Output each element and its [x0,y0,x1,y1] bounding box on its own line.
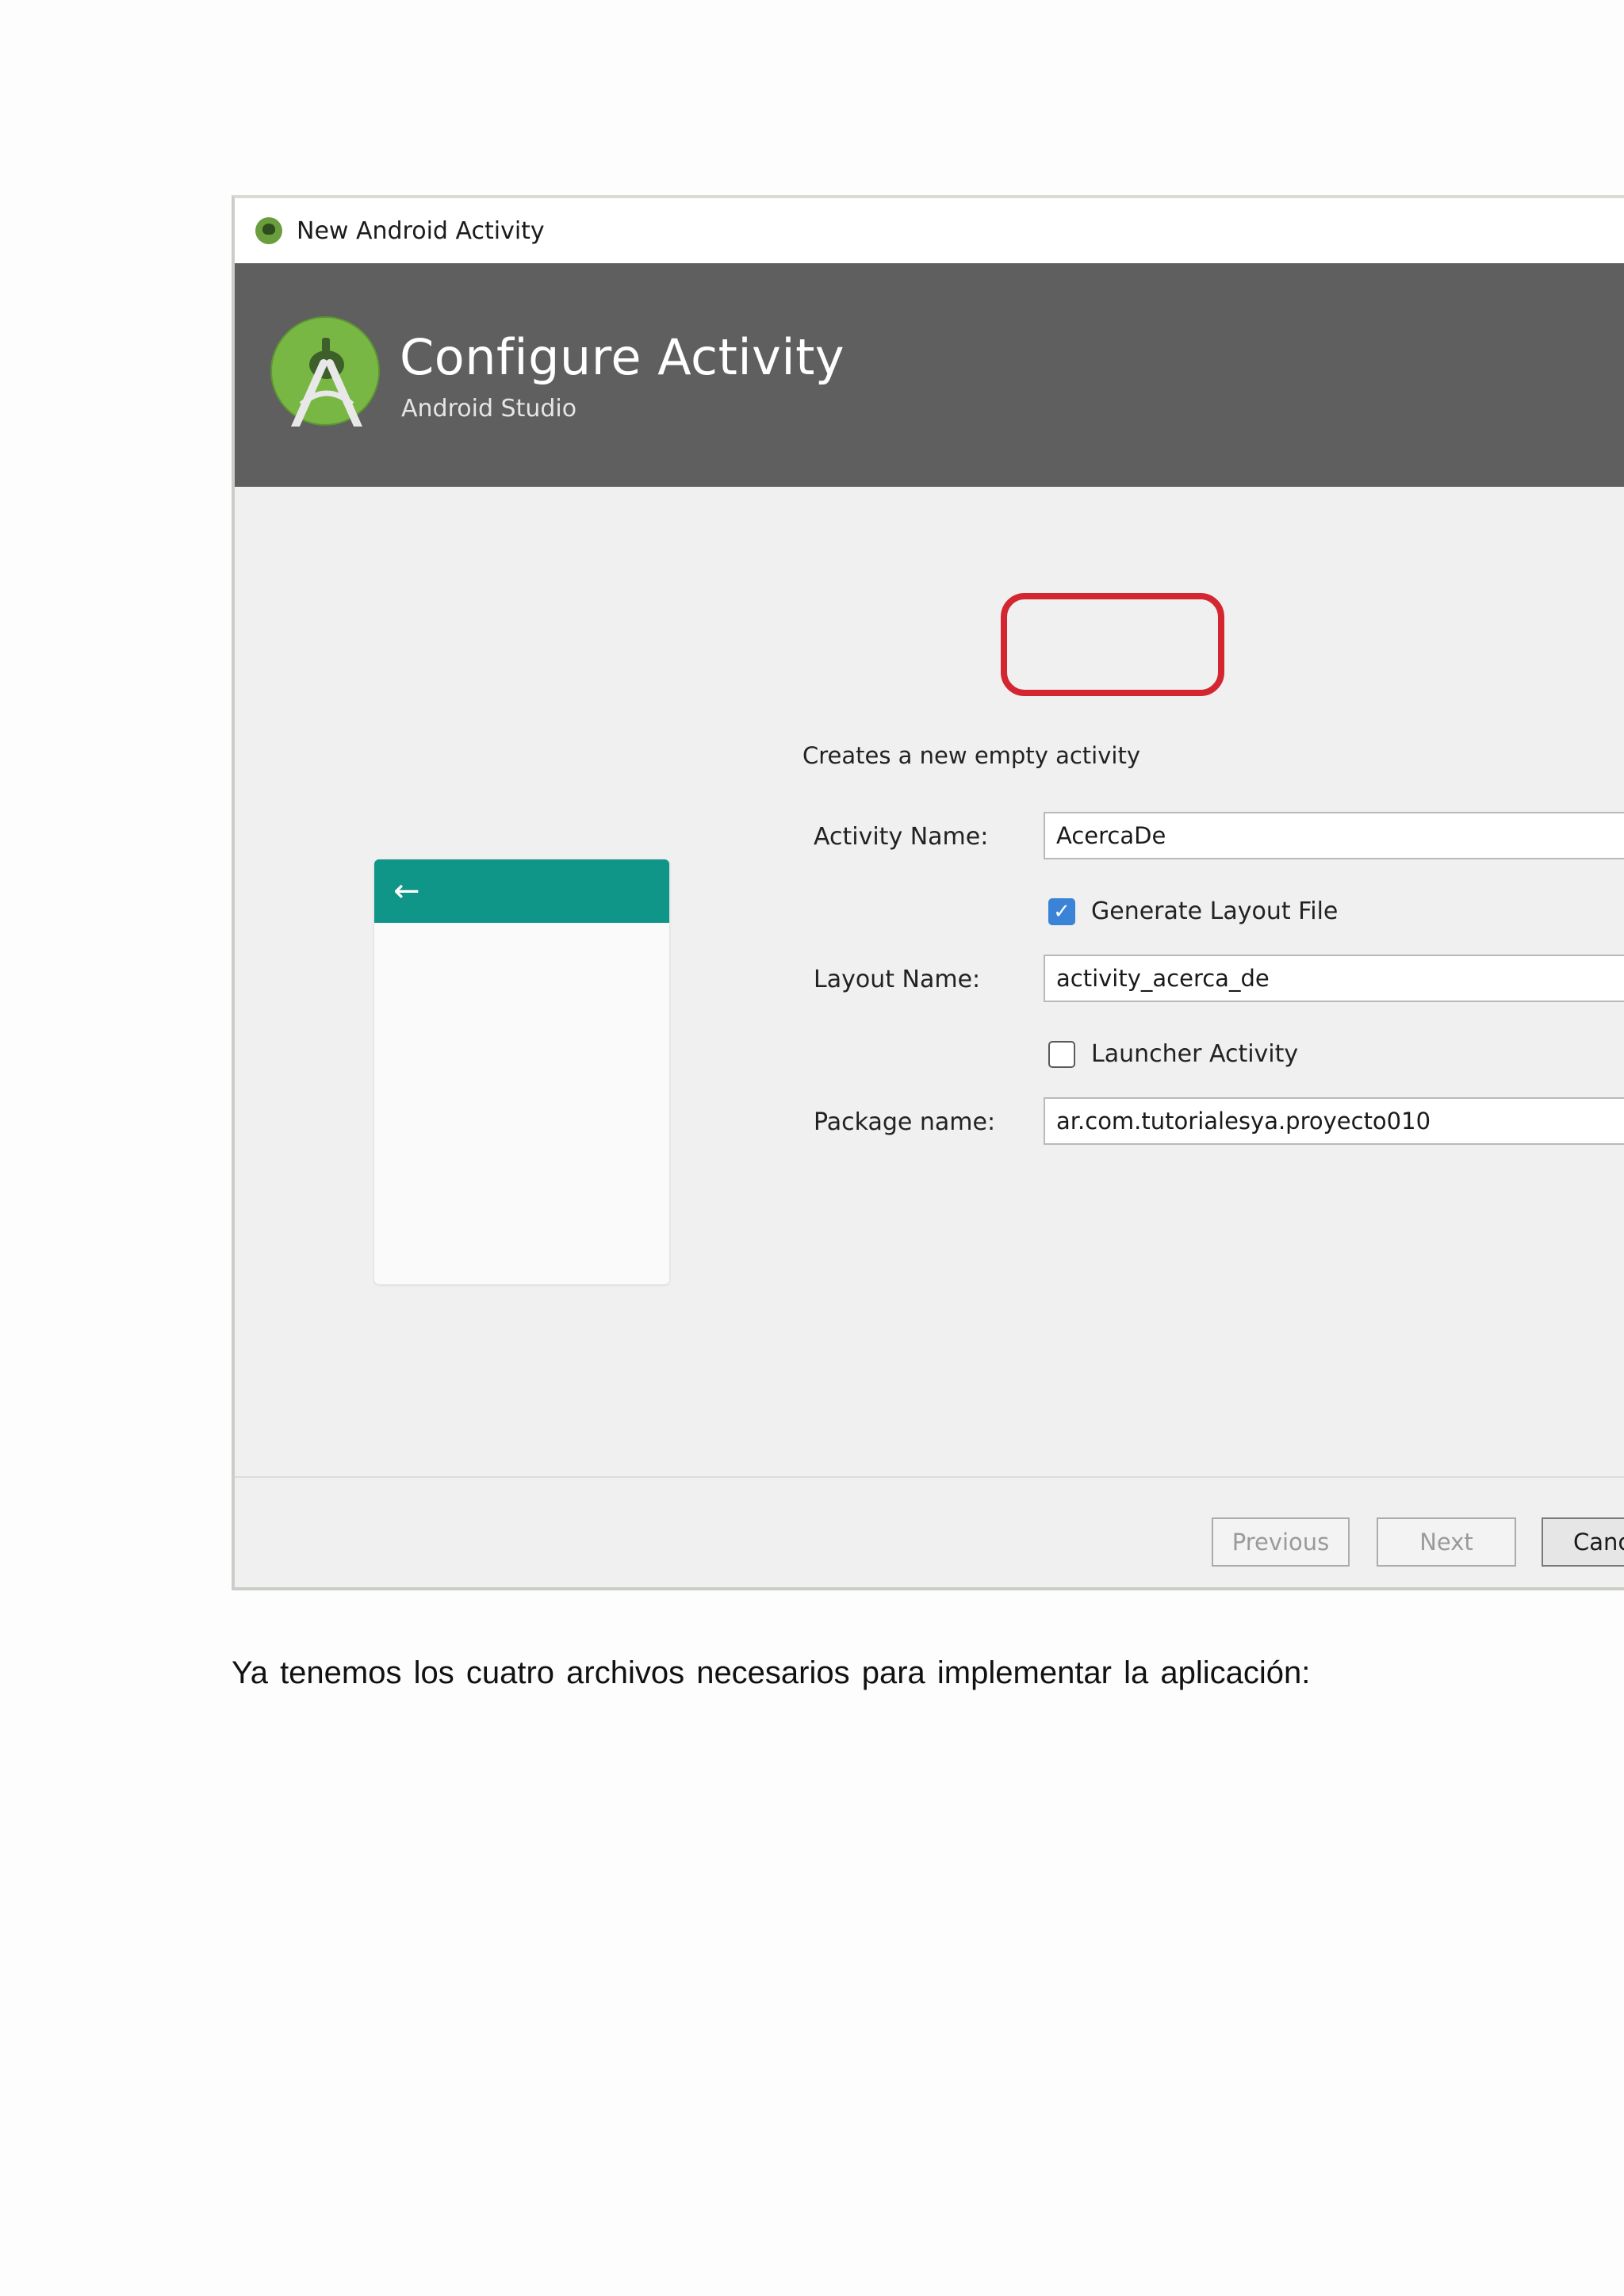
dialog-content: ← Creates a new empty activity Activity … [235,487,1624,1476]
activity-description: Creates a new empty activity [802,742,1140,769]
new-android-activity-dialog: New Android Activity Configure Activity … [232,195,1624,1590]
package-name-input[interactable] [1044,1097,1624,1145]
package-name-label: Package name: [814,1108,996,1136]
next-button[interactable]: Next [1377,1517,1516,1567]
generate-layout-checkbox[interactable]: ✓ [1048,897,1075,925]
android-studio-icon [255,217,282,244]
android-studio-logo-icon [270,316,380,427]
header-banner: Configure Activity Android Studio [235,263,1624,487]
cancel-button[interactable]: Canc [1542,1517,1624,1567]
title-bar: New Android Activity [235,198,1624,263]
layout-name-label: Layout Name: [814,966,981,993]
generate-layout-checkbox-row[interactable]: ✓ Generate Layout File [1048,897,1338,925]
launcher-activity-checkbox-row[interactable]: Launcher Activity [1048,1040,1298,1068]
launcher-activity-checkbox[interactable] [1048,1040,1075,1068]
banner-subtitle: Android Studio [401,395,577,423]
document-paragraph: Ya tenemos los cuatro archivos necesario… [232,1655,1311,1690]
preview-app-bar: ← [374,859,669,923]
banner-title: Configure Activity [400,328,845,386]
generate-layout-label: Generate Layout File [1091,897,1339,925]
activity-name-input[interactable] [1044,812,1624,859]
activity-name-label: Activity Name: [814,823,989,851]
layout-name-input[interactable] [1044,955,1624,1002]
arrow-left-icon: ← [393,873,420,909]
dialog-footer: Previous Next Canc [235,1476,1624,1587]
activity-preview: ← [374,859,669,1284]
window-title: New Android Activity [297,216,545,245]
previous-button[interactable]: Previous [1212,1517,1350,1567]
launcher-activity-label: Launcher Activity [1091,1040,1299,1068]
